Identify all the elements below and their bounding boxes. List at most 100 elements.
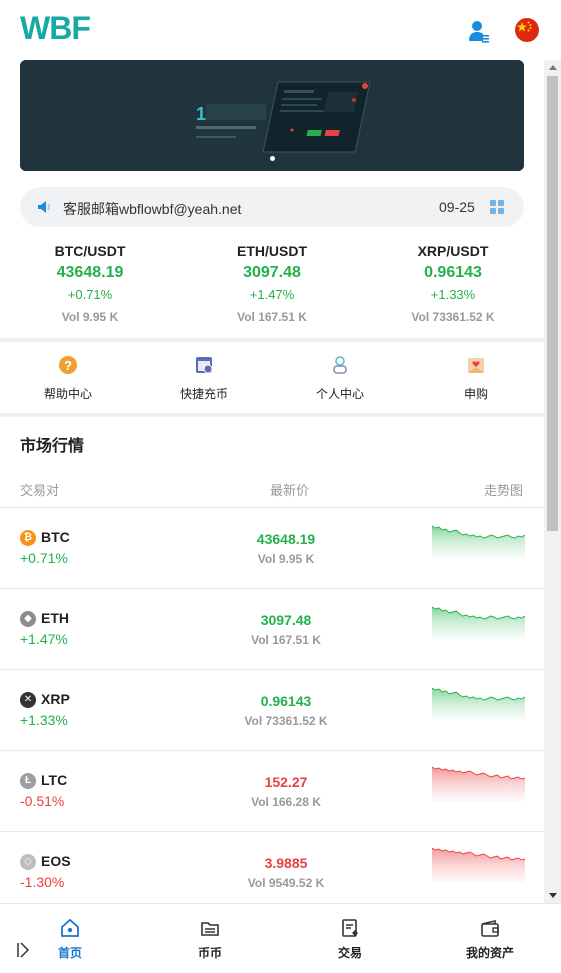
coin-symbol: LTC xyxy=(41,772,68,788)
tab-label: 交易 xyxy=(337,946,362,960)
subscribe-icon xyxy=(468,358,484,373)
column-header-pair: 交易对 xyxy=(20,483,60,498)
coin-volume: Vol 167.51 K xyxy=(251,633,321,647)
market-row-eos[interactable]: ◇ EOS -1.30% 3.9885 Vol 9549.52 K xyxy=(0,831,544,912)
coin-icon xyxy=(201,922,219,936)
ticker-volume: Vol 167.51 K xyxy=(237,310,307,324)
coin-symbol: EOS xyxy=(41,853,71,869)
wallet-icon xyxy=(481,919,499,937)
ticker-card[interactable]: XRP/USDT 0.96143 +1.33% Vol 73361.52 K xyxy=(373,240,533,328)
coin-symbol: BTC xyxy=(41,529,70,545)
notice-text[interactable]: 客服邮箱wbflowbf@yeah.net xyxy=(63,199,241,219)
tab-trade[interactable]: 交易 xyxy=(280,918,420,961)
trend-sparkline xyxy=(432,847,525,882)
coin-symbol: ETH xyxy=(41,610,69,626)
ticker-volume: Vol 9.95 K xyxy=(61,310,119,324)
section-divider xyxy=(0,338,544,342)
section-divider xyxy=(0,413,544,417)
coin-change: -1.30% xyxy=(20,874,65,890)
trend-sparkline xyxy=(432,687,525,720)
coin-price: 152.27 xyxy=(264,774,308,790)
ticker-change: +1.33% xyxy=(430,287,476,302)
trend-sparkline xyxy=(432,525,525,558)
deposit-icon xyxy=(196,357,213,374)
xrp-icon: ✕ xyxy=(20,692,36,708)
coin-volume: Vol 9.95 K xyxy=(257,552,315,566)
coin-symbol: XRP xyxy=(41,691,70,707)
coin-price: 3.9885 xyxy=(264,855,308,871)
ticker-price: 43648.19 xyxy=(56,264,124,281)
column-header-price: 最新价 xyxy=(270,483,310,498)
coin-price: 0.96143 xyxy=(260,693,312,709)
svg-text:?: ? xyxy=(64,358,72,373)
bottom-tab-bar: 首页 币币 交易 我的资产 xyxy=(0,903,561,973)
ticker-pair: ETH/USDT xyxy=(237,243,307,259)
market-row-ltc[interactable]: Ł LTC -0.51% 152.27 Vol 166.28 K xyxy=(0,750,544,831)
profile-icon xyxy=(333,356,347,374)
coin-price: 3097.48 xyxy=(260,612,312,628)
ticker-pair: BTC/USDT xyxy=(54,243,126,259)
quick-link-label: 申购 xyxy=(463,387,488,401)
coin-change: +1.47% xyxy=(20,631,68,647)
speaker-icon xyxy=(38,201,50,213)
column-header-trend: 走势图 xyxy=(484,483,524,498)
user-list-icon[interactable] xyxy=(468,19,490,43)
coin-volume: Vol 166.28 K xyxy=(251,795,321,809)
ticker-change: +1.47% xyxy=(249,287,295,302)
scrollbar[interactable] xyxy=(544,60,561,903)
market-row-btc[interactable]: ₿ BTC +0.71% 43648.19 Vol 9.95 K xyxy=(0,507,544,588)
banner-artwork: 1 xyxy=(20,60,524,171)
china-flag-icon[interactable] xyxy=(515,18,539,42)
coin-change: -0.51% xyxy=(20,793,65,809)
scroll-up-arrow-icon[interactable] xyxy=(549,65,557,70)
market-row-eth[interactable]: ◆ ETH +1.47% 3097.48 Vol 167.51 K xyxy=(0,588,544,669)
scrollbar-thumb[interactable] xyxy=(547,76,558,531)
quick-link-label: 个人中心 xyxy=(315,387,364,401)
eos-icon: ◇ xyxy=(20,854,36,870)
tab-label: 币币 xyxy=(197,946,222,960)
quick-link-label: 帮助中心 xyxy=(43,387,92,401)
tab-assets[interactable]: 我的资产 xyxy=(420,918,560,961)
coin-volume: Vol 73361.52 K xyxy=(244,714,328,728)
ticker-pair: XRP/USDT xyxy=(417,243,489,259)
quick-links: ? 帮助中心 快捷充币 个人中心 申购 xyxy=(0,343,544,413)
wbf-logo[interactable]: WBF xyxy=(20,12,110,42)
promo-banner[interactable]: 1 xyxy=(20,60,524,171)
ticker-summary: BTC/USDT 43648.19 +0.71% Vol 9.95 K ETH/… xyxy=(0,240,544,338)
svg-text:WBF: WBF xyxy=(20,12,90,42)
quick-link-deposit[interactable]: 快捷充币 xyxy=(136,343,272,402)
coin-change: +0.71% xyxy=(20,550,68,566)
svg-text:1: 1 xyxy=(196,104,206,124)
bitcoin-icon: ₿ xyxy=(20,530,36,546)
quick-link-label: 快捷充币 xyxy=(179,387,228,401)
trade-icon xyxy=(342,919,358,937)
litecoin-icon: Ł xyxy=(20,773,36,789)
trend-sparkline xyxy=(432,766,525,801)
quick-link-help[interactable]: ? 帮助中心 xyxy=(0,343,136,402)
notice-date: 09-25 xyxy=(439,199,475,215)
trend-sparkline xyxy=(432,606,525,639)
market-title: 市场行情 xyxy=(20,438,85,455)
coin-change: +1.33% xyxy=(20,712,68,728)
coin-price: 43648.19 xyxy=(256,531,316,547)
header: WBF xyxy=(0,0,561,60)
carousel-indicator[interactable] xyxy=(270,156,275,161)
ticker-volume: Vol 73361.52 K xyxy=(411,310,495,324)
ticker-price: 0.96143 xyxy=(424,264,482,281)
home-icon xyxy=(61,918,79,937)
grid-menu-icon[interactable] xyxy=(490,200,504,214)
ticker-card[interactable]: ETH/USDT 3097.48 +1.47% Vol 167.51 K xyxy=(192,240,352,328)
expand-panel-icon[interactable] xyxy=(16,941,30,959)
notice-bar[interactable]: 客服邮箱wbflowbf@yeah.net 09-25 xyxy=(20,187,524,227)
coin-volume: Vol 9549.52 K xyxy=(247,876,325,890)
ticker-price: 3097.48 xyxy=(243,264,301,281)
market-row-xrp[interactable]: ✕ XRP +1.33% 0.96143 Vol 73361.52 K xyxy=(0,669,544,750)
tab-coins[interactable]: 币币 xyxy=(140,918,280,961)
ticker-change: +0.71% xyxy=(67,287,113,302)
scroll-down-arrow-icon[interactable] xyxy=(549,893,557,898)
tab-label: 我的资产 xyxy=(465,946,514,960)
quick-link-profile[interactable]: 个人中心 xyxy=(272,343,408,402)
ticker-card[interactable]: BTC/USDT 43648.19 +0.71% Vol 9.95 K xyxy=(10,240,170,328)
quick-link-subscribe[interactable]: 申购 xyxy=(408,343,544,402)
help-icon: ? xyxy=(59,356,77,374)
